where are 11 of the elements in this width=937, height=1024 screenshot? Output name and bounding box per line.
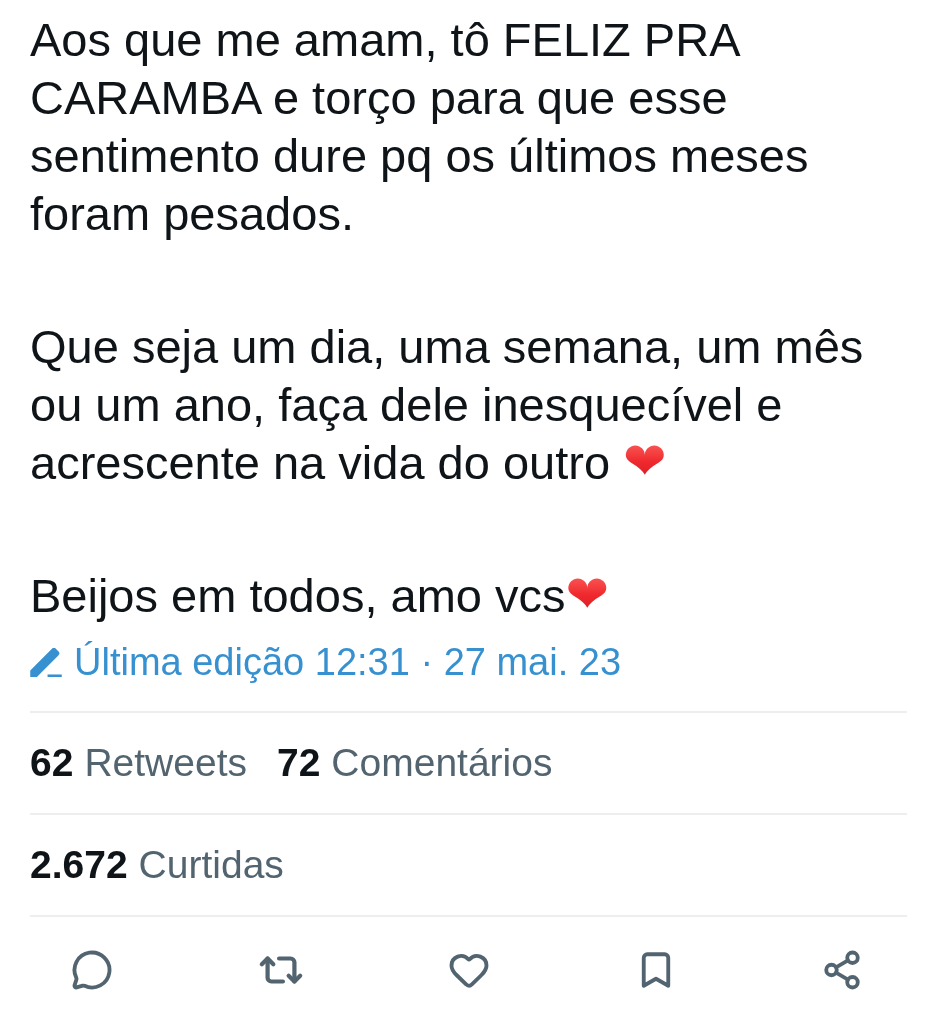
tweet-text: Beijos em todos, amo vcs❤ xyxy=(30,567,611,625)
stat-link[interactable]: 62 Retweets xyxy=(30,741,247,785)
pencil-icon xyxy=(30,647,62,677)
reply-button[interactable] xyxy=(71,949,113,991)
tweet-text: Que seja um dia, uma semana, um mês ou um ano, faça dele inesquecível e acrescente na vida do outro ❤ xyxy=(30,319,865,492)
share-button[interactable] xyxy=(821,949,863,991)
stat-link[interactable]: 72 Comentários xyxy=(276,741,553,785)
speech-bubble-icon xyxy=(71,949,113,991)
share-icon xyxy=(821,949,863,991)
stat-link[interactable]: 2.672 Curtidas xyxy=(30,843,284,887)
tweet-text: Aos que me amam, tô FELIZ PRA CARAMBA e torço para que esse sentimento dure pq os últimos meses foram pesados. xyxy=(30,12,810,242)
